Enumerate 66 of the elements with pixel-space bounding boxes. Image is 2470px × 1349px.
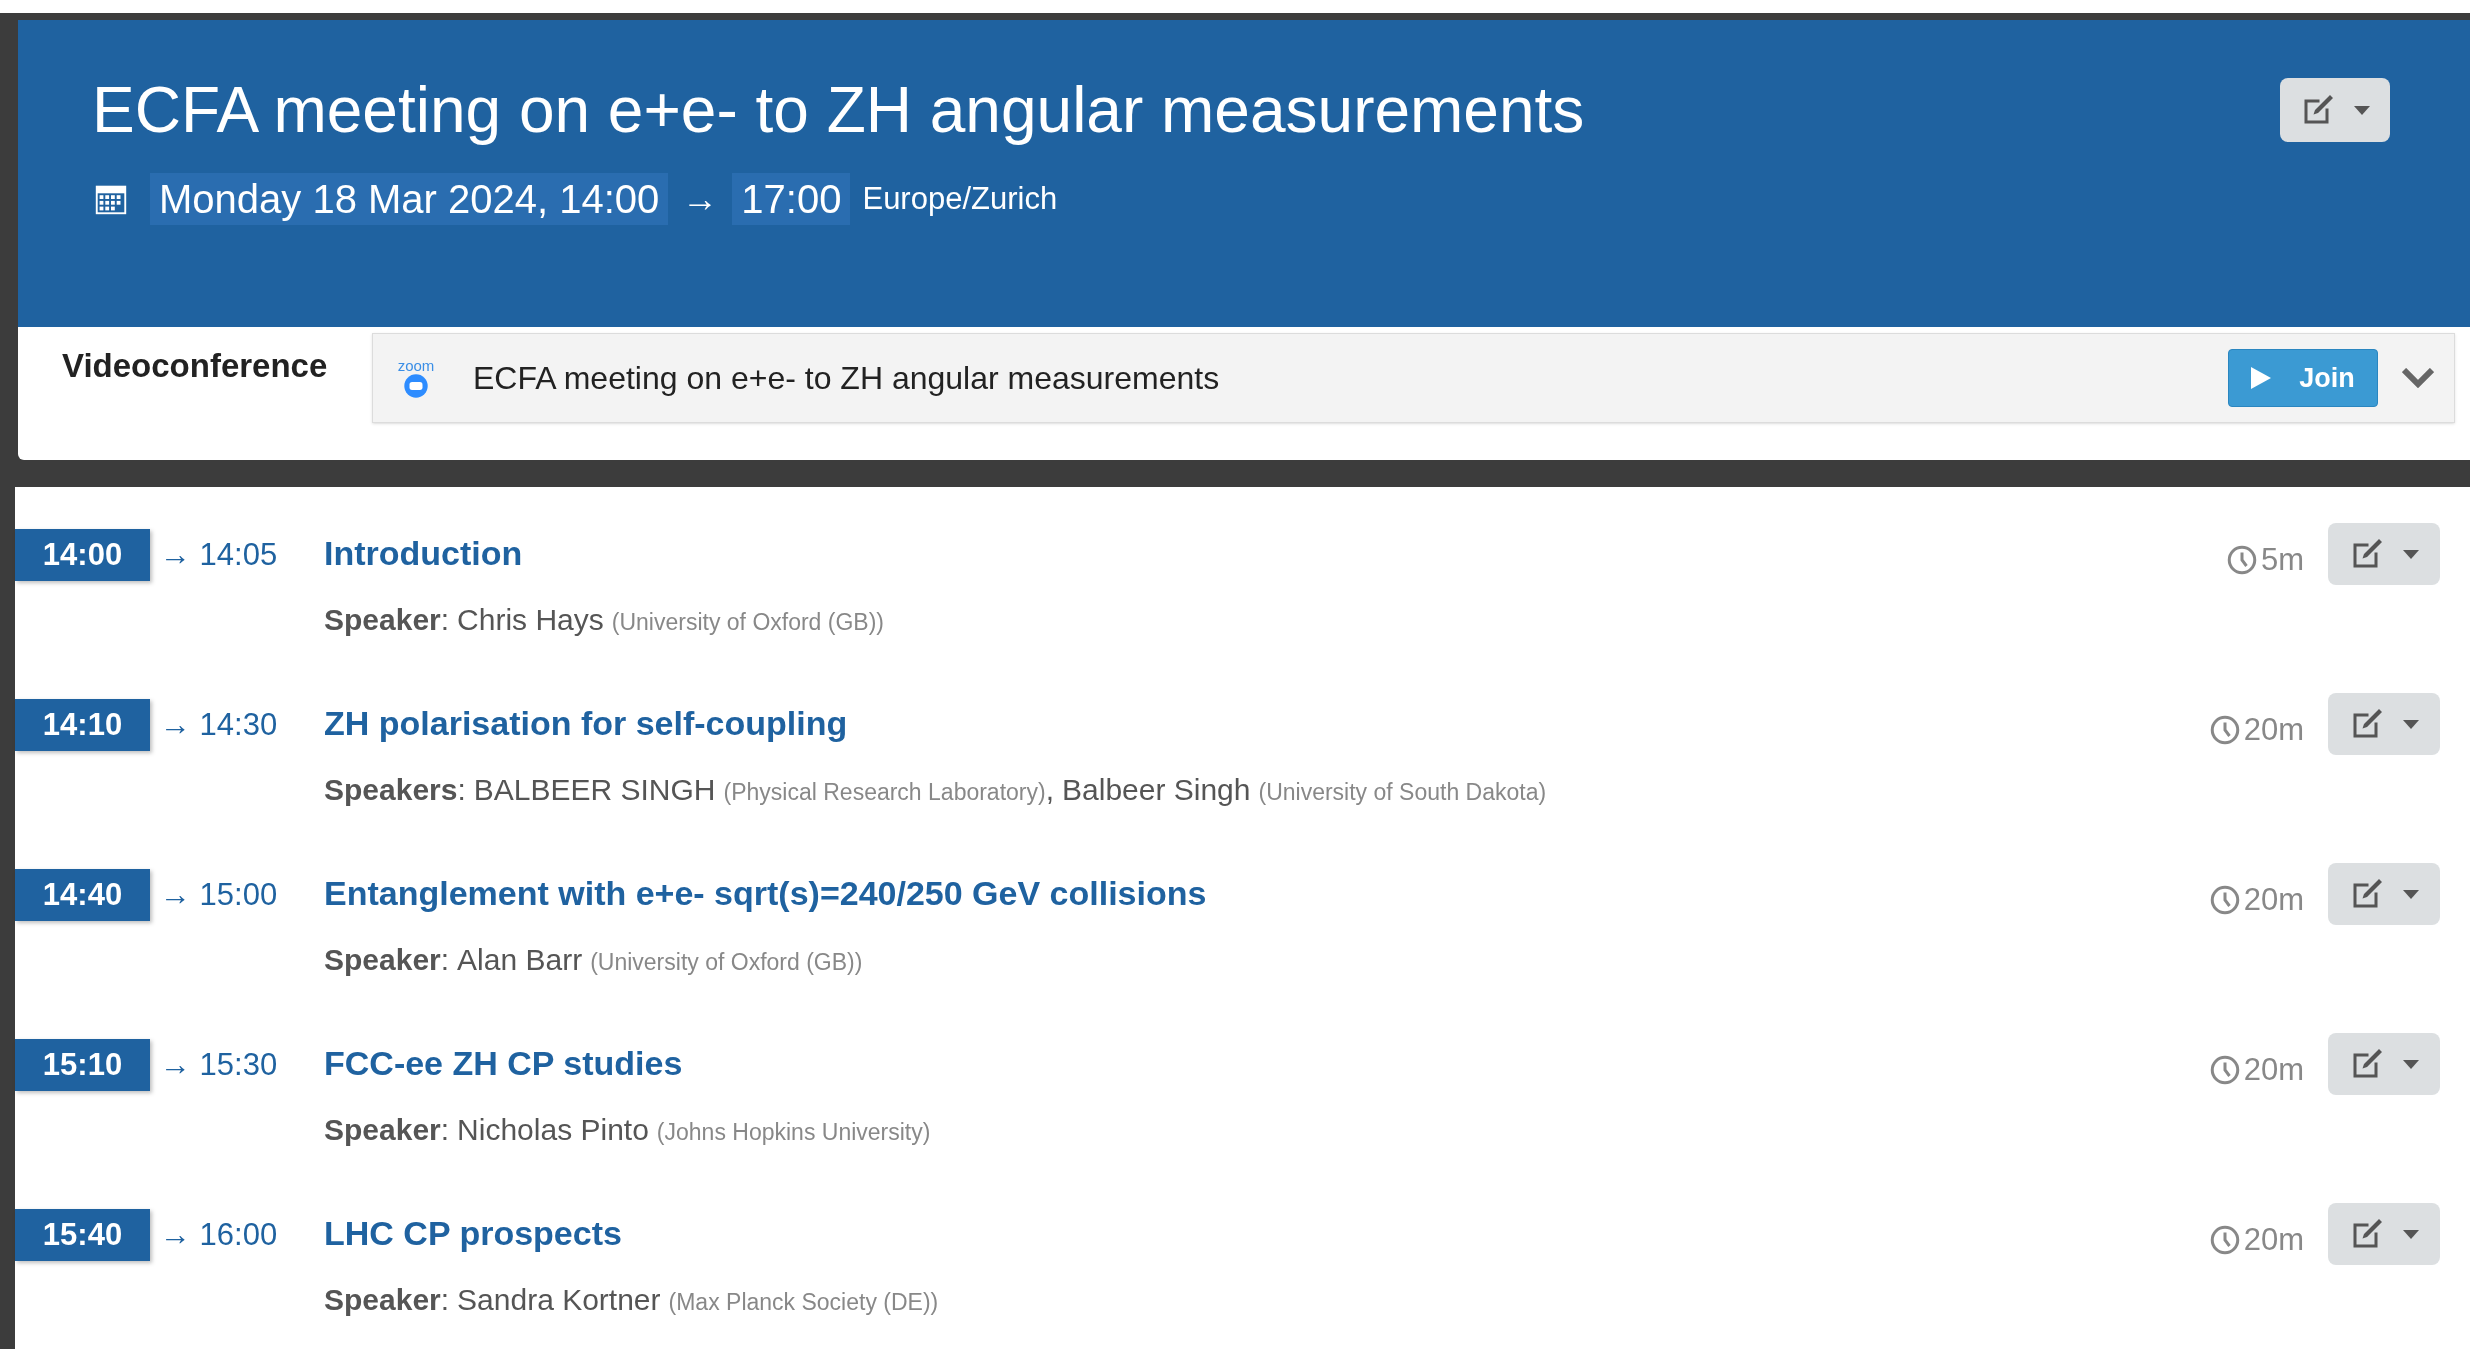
chevron-down-icon [2402,368,2434,388]
end-time: → 15:00 [160,875,278,914]
speaker-name: BALBEER SINGH [473,772,716,808]
start-time-badge: 15:40 [15,1209,150,1261]
contribution-title[interactable]: LHC CP prospects [324,1211,2210,1255]
speaker-affiliation: (University of Oxford (GB)) [590,948,863,977]
start-time-badge: 14:40 [15,869,150,921]
videoconference-label: Videoconference [62,346,329,386]
clock-icon [2209,1225,2240,1256]
clock-icon [2209,715,2240,746]
speaker-label: Speaker: [324,1282,450,1318]
duration: 20m [2243,1051,2304,1089]
duration: 20m [2243,711,2304,749]
start-time-badge: 14:00 [15,529,150,581]
duration: 20m [2243,1221,2304,1259]
event-title: ECFA meeting on e+e- to ZH angular measurements [92,73,1585,148]
start-time-badge: 15:10 [15,1039,150,1091]
edit-menu-button[interactable] [2280,78,2390,142]
speaker-name: Sandra Kortner [457,1282,661,1318]
caret-icon [2403,549,2419,559]
arrow-text: → [682,177,719,221]
play-icon [2251,367,2272,389]
edit-menu-button[interactable] [2328,1033,2440,1095]
edit-menu-button[interactable] [2328,863,2440,925]
speaker-label: Speaker: [324,602,450,638]
contribution-title[interactable]: Entanglement with e+e- sqrt(s)=240/250 GeV collisions [324,871,2210,915]
caret-icon [2403,719,2419,729]
caret-icon [2403,1229,2419,1239]
speaker-name: Alan Barr [457,942,583,978]
end-time: 17:00 [732,173,851,225]
contribution-title[interactable]: ZH polarisation for self-coupling [324,701,2210,745]
speaker-affiliation: (University of South Dakota) [1258,778,1547,807]
end-time: → 14:05 [160,535,278,574]
camera-icon [403,372,429,399]
speaker-name: Nicholas Pinto [457,1112,649,1148]
contribution-title[interactable]: FCC-ee ZH CP studies [324,1041,2210,1085]
speaker-affiliation: (Physical Research Laboratory) [723,778,1046,807]
edit-menu-button[interactable] [2328,1203,2440,1265]
speaker-affiliation: (Johns Hopkins University) [656,1118,931,1147]
end-time: → 15:30 [160,1045,278,1084]
clock-icon [2226,545,2257,576]
speaker-affiliation: (Max Planck Society (DE)) [668,1288,939,1317]
speaker-affiliation: (University of Oxford (GB)) [611,608,884,637]
end-time: → 16:00 [160,1215,278,1254]
clock-icon [2209,885,2240,916]
speaker-name: Chris Hays [457,602,604,638]
speaker-name: Balbeer Singh [1062,772,1251,808]
room-name: ECFA meeting on e+e- to ZH angular measurements [473,359,1221,398]
speaker-label: Speaker: [324,942,450,978]
duration: 5m [2260,541,2304,579]
caret-icon [2403,889,2419,899]
contribution-title[interactable]: Introduction [324,531,2227,575]
caret-icon [2354,105,2370,115]
edit-menu-button[interactable] [2328,693,2440,755]
duration: 20m [2243,881,2304,919]
end-time: → 14:30 [160,705,278,744]
speaker-label: Speaker: [324,1112,450,1148]
start-date: Monday 18 Mar 2024, 14:00 [150,173,669,225]
edit-menu-button[interactable] [2328,523,2440,585]
logo-text: zoom [397,357,435,373]
separator: , [1045,772,1054,808]
clock-icon [2209,1055,2240,1086]
start-time-badge: 14:10 [15,699,150,751]
caret-icon [2403,1059,2419,1069]
speaker-label: Speakers: [324,772,466,808]
timezone: Europe/Zurich [862,179,1058,218]
